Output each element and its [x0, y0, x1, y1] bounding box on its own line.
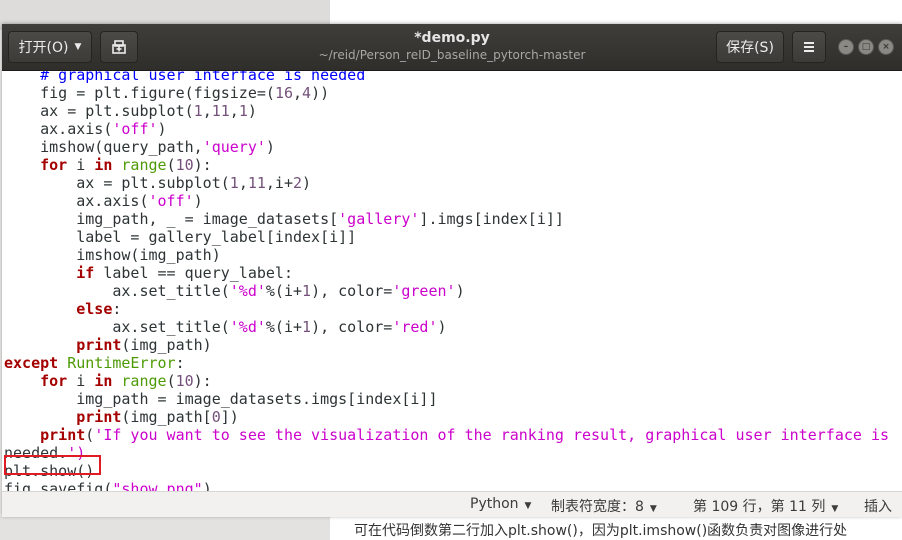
minimize-icon: – [843, 42, 849, 52]
code-line: ax = plt.subplot(1,11,i+2) [4, 174, 312, 192]
tab-width-selector[interactable]: 制表符宽度：8 ▼ [551, 496, 657, 516]
code-line: ax.set_title('%d'%(i+1), color='red') [4, 318, 447, 336]
gedit-window: 打开(O) ▼ *demo.py ~/reid/Person_reID_base… [2, 24, 902, 517]
code-line: ax.set_title('%d'%(i+1), color='green') [4, 282, 465, 300]
window-title: *demo.py [414, 30, 490, 46]
code-text[interactable]: # graphical user interface is needed fig… [4, 71, 889, 491]
code-line: fig = plt.figure(figsize=(16,4)) [4, 84, 330, 102]
status-bar: Python ▼ 制表符宽度：8 ▼ 第 109 行，第 11 列 ▼ 插入 [2, 491, 902, 517]
code-editor[interactable]: # graphical user interface is needed fig… [2, 71, 902, 491]
insert-mode-indicator[interactable]: 插入 [864, 496, 892, 516]
new-document-button[interactable] [100, 31, 138, 63]
header-bar: 打开(O) ▼ *demo.py ~/reid/Person_reID_base… [2, 24, 902, 71]
code-line: if label == query_label: [76, 264, 293, 282]
chevron-down-icon: ▼ [831, 504, 839, 514]
window-subtitle: ~/reid/Person_reID_baseline_pytorch-mast… [318, 48, 586, 62]
language-label: Python [470, 496, 519, 512]
save-button-label: 保存(S) [726, 40, 774, 56]
menu-button[interactable] [792, 31, 826, 63]
open-button[interactable]: 打开(O) ▼ [8, 31, 92, 63]
tab-width-label: 制表符宽度：8 [551, 499, 644, 515]
code-line: for i in range(10): [40, 372, 212, 390]
open-button-label: 打开(O) [18, 40, 69, 56]
close-icon: × [882, 42, 890, 52]
code-line: label = gallery_label[index[i]] [4, 228, 357, 246]
close-button[interactable]: × [878, 39, 894, 55]
code-line: ax = plt.subplot(1,11,1) [4, 102, 257, 120]
code-line: img_path = image_datasets.imgs[index[i]] [4, 390, 438, 408]
code-line: imshow(img_path) [4, 246, 221, 264]
maximize-button[interactable]: □ [858, 39, 874, 55]
background-article-text: 可在代码倒数第二行加入plt.show()，因为plt.imshow()函数负责… [354, 523, 848, 539]
chevron-down-icon: ▼ [649, 504, 657, 514]
code-line: fig.savefig("show.png") [4, 480, 212, 491]
code-line: ax.axis('off') [4, 120, 167, 138]
code-line: imshow(query_path,'query') [4, 138, 275, 156]
code-line: print(img_path[0]) [76, 408, 239, 426]
cursor-position-selector[interactable]: 第 109 行，第 11 列 ▼ [693, 496, 838, 516]
code-line: else: [76, 300, 122, 318]
code-line: for i in range(10): [40, 156, 212, 174]
cursor-position-label: 第 109 行，第 11 列 [693, 499, 826, 515]
highlight-box [4, 455, 101, 475]
code-line: print('If you want to see the visualizat… [40, 426, 890, 444]
chevron-down-icon: ▼ [74, 42, 82, 52]
chevron-down-icon: ▼ [524, 501, 532, 511]
code-line: # graphical user interface is needed [4, 71, 366, 84]
hamburger-icon [804, 42, 814, 52]
code-line: except RuntimeError: [4, 354, 185, 372]
code-line: ax.axis('off') [4, 192, 203, 210]
window-title-area: *demo.py ~/reid/Person_reID_baseline_pyt… [262, 30, 642, 62]
insert-mode-label: 插入 [864, 499, 892, 515]
minimize-button[interactable]: – [838, 39, 854, 55]
language-selector[interactable]: Python ▼ [470, 496, 531, 512]
new-tab-icon [112, 40, 126, 54]
maximize-icon: □ [861, 42, 871, 52]
code-line: img_path, _ = image_datasets['gallery'].… [4, 210, 564, 228]
background-page-bottom: 可在代码倒数第二行加入plt.show()，因为plt.imshow()函数负责… [0, 516, 902, 540]
code-line: print(img_path) [76, 336, 212, 354]
background-panel-left-bottom [0, 516, 330, 540]
save-button[interactable]: 保存(S) [716, 31, 784, 63]
